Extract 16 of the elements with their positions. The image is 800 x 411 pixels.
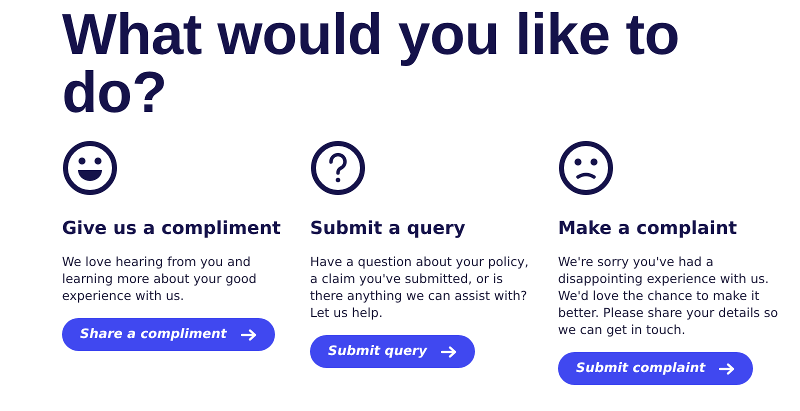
arrow-right-icon (719, 362, 736, 374)
question-mark-icon (310, 140, 366, 196)
option-title: Make a complaint (558, 218, 738, 239)
option-title: Give us a compliment (62, 218, 281, 239)
sad-face-icon (558, 140, 614, 196)
option-title: Submit a query (310, 218, 466, 239)
action-button[interactable]: Submit query (310, 335, 475, 368)
smiley-face-icon (62, 140, 118, 196)
option-description: We love hearing from you and learning more about your good experience with us. (62, 253, 258, 304)
action-button[interactable]: Share a compliment (62, 318, 275, 351)
arrow-right-icon (440, 346, 457, 358)
page-heading: What would you like to do? (62, 6, 680, 122)
option-description: Have a question about your policy, a claim you've submitted, or is there anything we can assist with? Let us help. (310, 253, 530, 321)
action-button[interactable]: Submit complaint (558, 352, 754, 385)
arrow-right-icon (240, 328, 257, 340)
option-description: We're sorry you've had a disappointing experience with us. We'd love the chance to make it better. Please share your details so we can get in touch. (558, 253, 780, 338)
